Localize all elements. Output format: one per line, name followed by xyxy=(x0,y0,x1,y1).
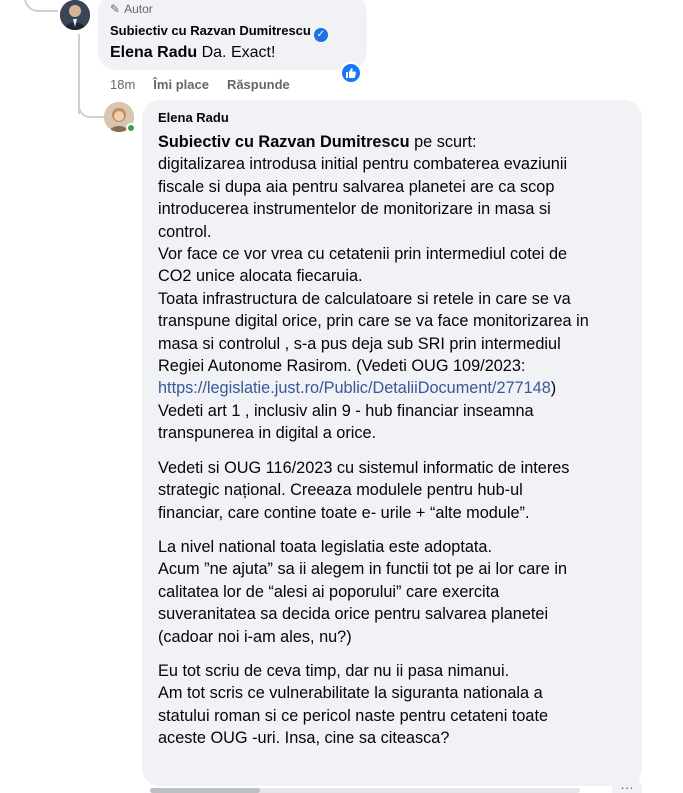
comment-actions: 18m Îmi place Răspunde xyxy=(110,77,290,92)
document-link[interactable]: https://legislatie.just.ro/Public/Detali… xyxy=(158,379,551,397)
mention-link[interactable]: Subiectiv cu Razvan Dumitrescu xyxy=(158,133,410,151)
commenter-name-text[interactable]: Subiectiv cu Razvan Dumitrescu xyxy=(110,23,311,38)
text-line: La nivel national toata legislatia este … xyxy=(158,537,493,556)
text-line: Vedeti si OUG 116/2023 cu sistemul infor… xyxy=(158,458,570,477)
text-line: financiar, care contine toate e- urile +… xyxy=(158,503,530,522)
comment-text: Elena Radu Da. Exact! xyxy=(110,42,275,64)
comment-body: Da. Exact! xyxy=(201,44,276,61)
reply-button[interactable]: Răspunde xyxy=(227,77,290,92)
online-status-icon xyxy=(126,123,136,133)
author-badge: ✎ Autor xyxy=(110,2,153,16)
commenter-name[interactable]: Elena Radu xyxy=(158,110,229,125)
text-line: Vedeti art 1 , inclusiv alin 9 - hub fin… xyxy=(158,401,534,420)
comment-time[interactable]: 18m xyxy=(110,77,135,92)
text-line: Acum ”ne ajuta” sa ii alegem in functii … xyxy=(158,560,568,579)
commenter-name[interactable]: Subiectiv cu Razvan Dumitrescu ✓ xyxy=(110,23,328,42)
text-line: fiscale si dupa aia pentru salvarea plan… xyxy=(158,177,555,196)
comment-paragraph: Subiectiv cu Razvan Dumitrescu pe scurt:… xyxy=(158,131,636,445)
text-line: introducerea instrumentelor de monitoriz… xyxy=(158,200,551,219)
text-line: strategic național. Creeaza modulele pen… xyxy=(158,481,523,500)
comment-text: Subiectiv cu Razvan Dumitrescu pe scurt:… xyxy=(158,131,636,762)
text-line: Am tot scris ce vulnerabilitate la sigur… xyxy=(158,684,543,703)
profile-photo-icon xyxy=(60,0,90,30)
text-line: transpunerea in digital a orice. xyxy=(158,424,377,443)
scrollbar-thumb[interactable] xyxy=(150,788,260,793)
verified-icon: ✓ xyxy=(313,28,328,42)
text-line: masa si controlul , s-a pus deja sub SRI… xyxy=(158,334,561,353)
avatar-razvan[interactable] xyxy=(60,0,90,30)
like-reaction-icon[interactable] xyxy=(340,62,362,84)
mention-link[interactable]: Elena Radu xyxy=(110,44,197,61)
text-line: statului roman si ce pericol naste pentr… xyxy=(158,706,549,725)
text-line: Vor face ce vor vrea cu cetatenii prin i… xyxy=(158,245,568,264)
like-button[interactable]: Îmi place xyxy=(153,77,209,92)
thread-connector xyxy=(24,0,58,12)
text-line: Toata infrastructura de calculatoare si … xyxy=(158,289,571,308)
text-line: (cadoar noi i-am ales, nu?) xyxy=(158,627,352,646)
text-line: suveranitatea sa decida orice pentru sal… xyxy=(158,605,549,624)
text-line: Regiei Autonome Rasirom. (Vedeti OUG 109… xyxy=(158,357,526,376)
reply-connector xyxy=(78,100,104,118)
comment-paragraph: Vedeti si OUG 116/2023 cu sistemul infor… xyxy=(158,457,636,524)
comment-paragraph: Eu tot scriu de ceva timp, dar nu ii pas… xyxy=(158,660,636,750)
pen-icon: ✎ xyxy=(110,2,121,16)
text-line: digitalizarea introdusa initial pentru c… xyxy=(158,155,568,174)
comment-paragraph: La nivel national toata legislatia este … xyxy=(158,536,636,648)
text-line: Eu tot scriu de ceva timp, dar nu ii pas… xyxy=(158,661,510,680)
text-line: transpune digital orice, prin care se va… xyxy=(158,312,589,331)
more-options-icon[interactable]: … xyxy=(612,776,642,793)
author-badge-label: Autor xyxy=(124,2,153,16)
text-line: control. xyxy=(158,222,212,241)
text-line: calitatea lor de “alesi ai poporului” ca… xyxy=(158,582,500,601)
text-line: CO2 unice alocata fiecaruia. xyxy=(158,267,363,286)
text-line: aceste OUG -uri. Insa, cine sa citeasca? xyxy=(158,729,450,748)
